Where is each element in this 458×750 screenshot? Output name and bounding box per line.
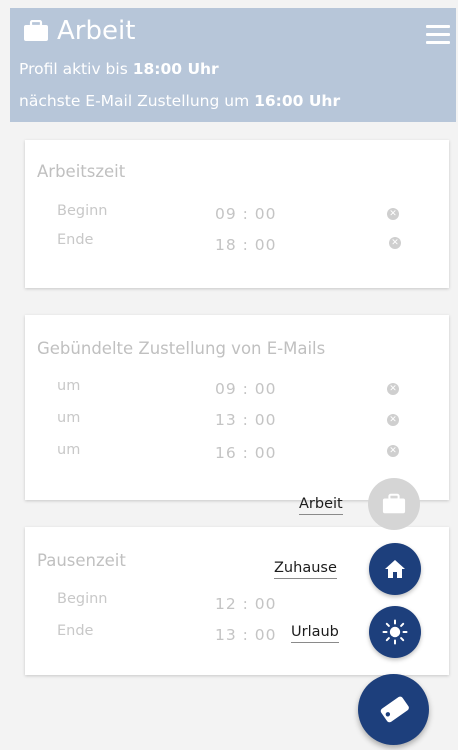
fab-label-zuhause[interactable]: Zuhause: [274, 560, 337, 579]
hamburger-menu-icon[interactable]: [426, 25, 450, 45]
work-time-title: Arbeitszeit: [37, 162, 126, 181]
work-start-time[interactable]: 09 : 00: [215, 205, 277, 223]
email-slot-time[interactable]: 09 : 00: [215, 380, 277, 398]
email-slot-label: um: [57, 410, 81, 426]
clear-icon[interactable]: ✕: [389, 237, 401, 249]
next-delivery-value: 16:00 Uhr: [254, 92, 341, 110]
profile-active-until: Profil aktiv bis 18:00 Uhr: [19, 60, 219, 78]
break-end-time[interactable]: 13 : 00: [215, 626, 277, 644]
home-icon: [385, 560, 405, 578]
email-bundling-card: Gebündelte Zustellung von E-Mails um 09 …: [25, 315, 449, 500]
title-row: Arbeit: [23, 17, 135, 45]
fab-work-button[interactable]: [368, 478, 420, 530]
work-start-label: Beginn: [57, 203, 108, 219]
email-slot-time[interactable]: 16 : 00: [215, 444, 277, 462]
active-until-label: Profil aktiv bis: [19, 60, 133, 78]
luggage-tag-icon: [380, 696, 409, 722]
break-time-title: Pausenzeit: [37, 551, 126, 570]
profile-title: Arbeit: [57, 16, 136, 46]
work-time-card: Arbeitszeit Beginn 09 : 00 ✕ Ende 18 : 0…: [25, 140, 449, 288]
fab-main-button[interactable]: [358, 674, 429, 745]
fab-home-button[interactable]: [369, 543, 421, 595]
email-slot-time[interactable]: 13 : 00: [215, 411, 277, 429]
break-start-time[interactable]: 12 : 00: [215, 595, 277, 613]
next-delivery-label: nächste E-Mail Zustellung um: [19, 92, 255, 110]
clear-icon[interactable]: ✕: [387, 208, 399, 220]
next-email-delivery: nächste E-Mail Zustellung um 16:00 Uhr: [19, 92, 340, 110]
email-bundling-title: Gebündelte Zustellung von E-Mails: [37, 339, 326, 358]
profile-header: Arbeit Profil aktiv bis 18:00 Uhr nächst…: [10, 8, 456, 122]
break-start-label: Beginn: [57, 591, 108, 607]
work-end-time[interactable]: 18 : 00: [215, 236, 277, 254]
briefcase-icon: [24, 20, 48, 41]
fab-label-urlaub[interactable]: Urlaub: [291, 624, 339, 643]
clear-icon[interactable]: ✕: [387, 414, 399, 426]
work-end-label: Ende: [57, 232, 94, 248]
clear-icon[interactable]: ✕: [387, 445, 399, 457]
sun-icon: [382, 619, 408, 645]
fab-label-arbeit[interactable]: Arbeit: [299, 496, 343, 515]
clear-icon[interactable]: ✕: [387, 383, 399, 395]
email-slot-label: um: [57, 378, 81, 394]
briefcase-icon: [382, 493, 406, 514]
fab-vacation-button[interactable]: [369, 606, 421, 658]
active-until-value: 18:00 Uhr: [132, 60, 219, 78]
email-slot-label: um: [57, 442, 81, 458]
break-end-label: Ende: [57, 623, 94, 639]
